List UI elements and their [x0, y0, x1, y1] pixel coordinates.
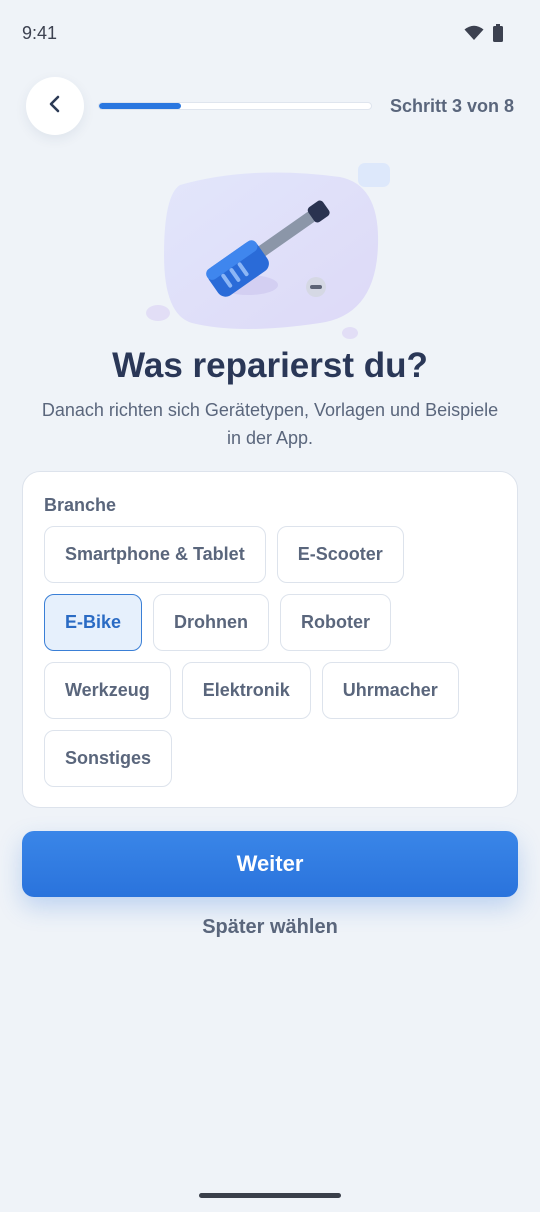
branche-card: Branche Smartphone & Tablet E-Scooter E-… [22, 471, 518, 808]
chip-sonstiges[interactable]: Sonstiges [44, 730, 173, 787]
chip-row: Sonstiges [44, 730, 504, 787]
page-subtitle: Danach richten sich Gerätetypen, Vorlage… [41, 400, 499, 448]
branche-options: Smartphone & Tablet E-Scooter E-Bike Dro… [44, 526, 504, 798]
chip-drohnen[interactable]: Drohnen [153, 594, 270, 651]
progress-fill [99, 103, 181, 109]
home-indicator [199, 1193, 341, 1198]
chip-smartphone-tablet[interactable]: Smartphone & Tablet [44, 526, 266, 583]
chip-e-bike[interactable]: E-Bike [44, 594, 143, 651]
back-button[interactable] [26, 77, 84, 135]
chip-e-scooter[interactable]: E-Scooter [276, 526, 404, 583]
chip-uhrmacher[interactable]: Uhrmacher [321, 662, 459, 719]
status-icons [464, 24, 504, 47]
chip-row: Werkzeug Elektronik Uhrmacher [44, 662, 504, 719]
status-bar: 9:41 [0, 0, 540, 68]
continue-button[interactable]: Weiter [22, 831, 518, 897]
page-title: Was reparierst du? [112, 346, 428, 385]
status-time: 9:41 [22, 23, 58, 43]
chip-elektronik[interactable]: Elektronik [181, 662, 311, 719]
step-label: Schritt 3 von 8 [389, 96, 514, 116]
top-bar: Schritt 3 von 8 [0, 77, 540, 135]
progress-bar [98, 102, 372, 110]
chip-werkzeug[interactable]: Werkzeug [44, 662, 171, 719]
choose-later-link[interactable]: Später wählen [0, 916, 540, 939]
screwdriver-illustration [140, 155, 400, 345]
wifi-icon [464, 25, 484, 46]
chip-row: E-Bike Drohnen Roboter [44, 594, 504, 651]
chevron-left-icon [45, 94, 65, 119]
chip-roboter[interactable]: Roboter [280, 594, 392, 651]
branche-label: Branche [44, 495, 117, 515]
chip-row: Smartphone & Tablet E-Scooter [44, 526, 504, 583]
battery-icon [492, 24, 504, 47]
